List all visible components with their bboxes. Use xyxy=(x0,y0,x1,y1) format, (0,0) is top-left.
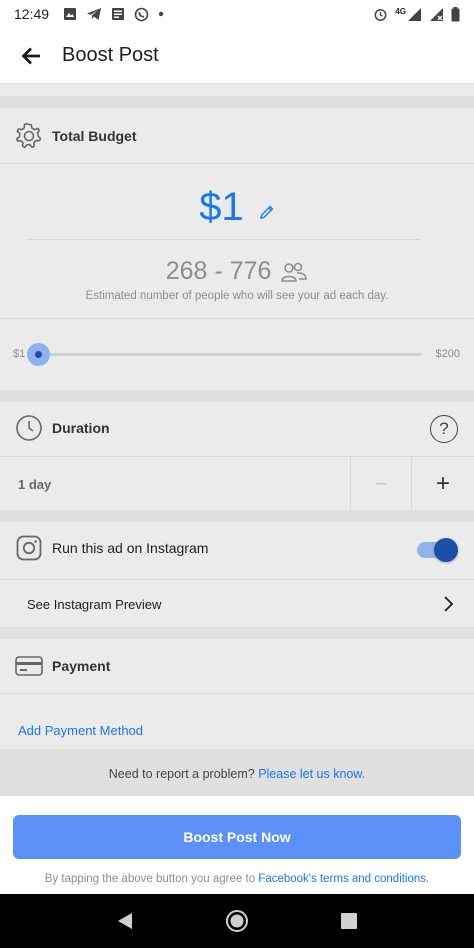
budget-slider[interactable] xyxy=(27,343,422,366)
terms-prefix: By tapping the above button you agree to xyxy=(44,873,256,885)
total-budget-label: Total Budget xyxy=(52,128,137,144)
report-text: Need to report a problem? xyxy=(108,767,255,781)
people-icon xyxy=(281,263,308,283)
section-gap xyxy=(0,627,474,639)
instagram-preview-row[interactable]: See Instagram Preview xyxy=(0,580,474,627)
battery-icon xyxy=(451,6,460,21)
home-circle-icon[interactable] xyxy=(225,909,249,933)
section-gap xyxy=(0,390,474,402)
footer: Boost Post Now By tapping the above butt… xyxy=(0,795,474,894)
app-bar: Boost Post xyxy=(0,28,474,84)
duration-value: 1 day xyxy=(18,477,52,492)
terms-text: By tapping the above button you agree to… xyxy=(0,873,474,885)
pencil-icon[interactable] xyxy=(259,204,275,220)
toggle-knob xyxy=(434,538,458,562)
signal-icon xyxy=(408,7,421,21)
budget-section: Total Budget xyxy=(0,108,474,390)
instagram-preview-label: See Instagram Preview xyxy=(27,597,162,612)
arrow-left-icon xyxy=(21,47,40,64)
signal-no-sim-icon xyxy=(430,7,443,21)
news-icon xyxy=(112,8,125,20)
chevron-right-icon xyxy=(444,596,454,612)
slider-max-label: $200 xyxy=(435,348,460,360)
divider xyxy=(26,239,420,240)
alarm-icon xyxy=(374,8,387,21)
reach-value: 268 - 776 xyxy=(165,257,272,285)
back-button[interactable] xyxy=(0,47,62,65)
boost-post-now-button[interactable]: Boost Post Now xyxy=(13,815,461,859)
instagram-icon xyxy=(16,535,42,561)
reach-estimate: 268 - 776 xyxy=(0,257,474,286)
status-time: 12:49 xyxy=(14,6,50,22)
payment-label: Payment xyxy=(52,658,111,674)
payment-header: Payment xyxy=(15,655,110,677)
instagram-toggle[interactable] xyxy=(417,538,458,562)
recents-square-icon[interactable] xyxy=(340,912,358,930)
help-icon: ? xyxy=(439,419,449,438)
slider-min-label: $1 xyxy=(13,348,26,360)
reach-caption: Estimated number of people who will see … xyxy=(85,290,389,302)
report-banner: Need to report a problem? Please let us … xyxy=(0,749,474,795)
slider-handle-dot xyxy=(35,351,42,358)
whatsapp-icon xyxy=(134,7,149,21)
instagram-toggle-label: Run this ad on Instagram xyxy=(52,540,209,556)
divider xyxy=(0,318,474,319)
gallery-icon xyxy=(64,8,77,20)
minus-icon: − xyxy=(374,470,388,496)
slider-handle[interactable] xyxy=(27,343,50,366)
gear-icon xyxy=(16,123,42,149)
duration-decrement-button[interactable]: − xyxy=(351,457,411,510)
telegram-icon xyxy=(87,8,102,20)
credit-card-icon xyxy=(15,656,43,676)
duration-header: Duration xyxy=(15,414,110,442)
back-triangle-icon[interactable] xyxy=(116,911,134,931)
terms-link[interactable]: Facebook's terms and conditions. xyxy=(258,873,429,885)
page-title: Boost Post xyxy=(62,44,159,66)
network-type: 4G xyxy=(395,6,406,16)
divider xyxy=(0,163,474,164)
divider xyxy=(0,693,474,694)
clock-icon xyxy=(16,415,42,441)
duration-label: Duration xyxy=(52,420,110,436)
instagram-toggle-row[interactable]: Run this ad on Instagram xyxy=(16,535,208,561)
boost-post-now-label: Boost Post Now xyxy=(183,829,291,845)
budget-amount-row[interactable]: $1 xyxy=(0,185,474,230)
duration-increment-button[interactable]: + xyxy=(412,457,474,510)
budget-amount[interactable]: $1 xyxy=(199,185,244,229)
system-nav-bar xyxy=(0,894,474,948)
help-button[interactable]: ? xyxy=(430,415,458,443)
report-link[interactable]: Please let us know. xyxy=(258,767,365,781)
add-payment-method-link[interactable]: Add Payment Method xyxy=(18,723,143,738)
plus-icon: + xyxy=(435,469,450,497)
dot-icon xyxy=(158,11,164,17)
section-gap xyxy=(0,96,474,108)
status-bar: 12:49 4G xyxy=(0,0,474,28)
section-gap xyxy=(0,510,474,522)
